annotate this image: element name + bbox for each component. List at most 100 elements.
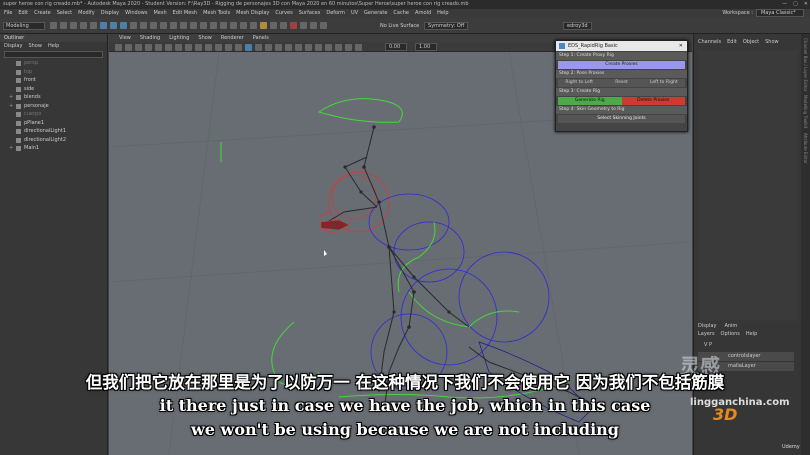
- options-menu[interactable]: Options: [721, 330, 740, 338]
- right-to-left-button[interactable]: Right to Left: [558, 79, 601, 87]
- generate-rig-button[interactable]: Generate Rig: [558, 97, 622, 105]
- outliner-item[interactable]: directionalLight2: [0, 136, 107, 145]
- reset-button[interactable]: Reset: [600, 79, 643, 87]
- safe-title-icon[interactable]: [215, 44, 222, 51]
- outliner-menu-display[interactable]: Display: [4, 42, 22, 50]
- maximize-button[interactable]: ▢: [793, 0, 798, 9]
- select-component-icon[interactable]: [120, 22, 127, 29]
- outliner-item[interactable]: persp: [0, 59, 107, 68]
- side-tab-modelling-toolkit[interactable]: Modelling Toolkit: [803, 95, 808, 128]
- menu-set-dropdown[interactable]: Modeling: [3, 22, 45, 30]
- menu-mesh[interactable]: Mesh: [153, 9, 166, 18]
- history-icon[interactable]: [260, 22, 267, 29]
- bookmarks-icon[interactable]: [135, 44, 142, 51]
- menu-cache[interactable]: Cache: [393, 9, 409, 18]
- viewport-menu-show[interactable]: Show: [198, 34, 212, 42]
- menu-edit-mesh[interactable]: Edit Mesh: [173, 9, 197, 18]
- workspace-dropdown[interactable]: Maya Classic*: [756, 9, 804, 17]
- outliner-item[interactable]: + Main1: [0, 144, 107, 153]
- side-tab-channel-box[interactable]: Channel Box / Layer Editor: [803, 38, 808, 91]
- mask-handles-icon[interactable]: [130, 22, 137, 29]
- xray-components-icon[interactable]: [355, 44, 362, 51]
- menu-mesh-display[interactable]: Mesh Display: [236, 9, 269, 18]
- close-button[interactable]: ✕: [804, 0, 808, 9]
- open-scene-icon[interactable]: [60, 22, 67, 29]
- mask-render-icon[interactable]: [190, 22, 197, 29]
- grid-icon[interactable]: [155, 44, 162, 51]
- redo-icon[interactable]: [90, 22, 97, 29]
- output-icon[interactable]: [280, 22, 287, 29]
- image-plane-icon[interactable]: [145, 44, 152, 51]
- outliner-item[interactable]: directionalLight1: [0, 127, 107, 136]
- anti-alias-icon[interactable]: [305, 44, 312, 51]
- undo-icon[interactable]: [80, 22, 87, 29]
- viewport-menu-renderer[interactable]: Renderer: [221, 34, 244, 42]
- minimize-button[interactable]: —: [782, 0, 787, 9]
- select-hierarchy-icon[interactable]: [100, 22, 107, 29]
- exposure-field[interactable]: 0.00: [385, 43, 407, 51]
- expand-icon[interactable]: +: [9, 144, 13, 153]
- select-object-icon[interactable]: [110, 22, 117, 29]
- snap-plane-icon[interactable]: [240, 22, 247, 29]
- menu-modify[interactable]: Modify: [78, 9, 95, 18]
- menu-display[interactable]: Display: [101, 9, 119, 18]
- viewport-menu-lighting[interactable]: Lighting: [169, 34, 189, 42]
- tab-display[interactable]: Display: [698, 322, 716, 330]
- layers-menu[interactable]: Layers: [698, 330, 715, 338]
- tab-anim[interactable]: Anim: [724, 322, 737, 330]
- wireframe-on-shaded-icon[interactable]: [245, 44, 252, 51]
- menu-edit[interactable]: Edit: [18, 9, 28, 18]
- outliner-item[interactable]: side: [0, 85, 107, 94]
- viewport-menu-view[interactable]: View: [119, 34, 131, 42]
- render-icon[interactable]: [300, 22, 307, 29]
- select-camera-icon[interactable]: [115, 44, 122, 51]
- viewport-menu-shading[interactable]: Shading: [140, 34, 160, 42]
- snap-point-icon[interactable]: [230, 22, 237, 29]
- select-skinning-joints-button[interactable]: Select Skinning Joints: [558, 115, 685, 123]
- snap-curve-icon[interactable]: [220, 22, 227, 29]
- rapid-rig-title-bar[interactable]: EDS_RapidRig Basic ✕: [556, 41, 687, 51]
- outliner-menu-show[interactable]: Show: [28, 42, 42, 50]
- field-chart-icon[interactable]: [195, 44, 202, 51]
- ipr-render-icon[interactable]: [310, 22, 317, 29]
- outliner-menu-help[interactable]: Help: [48, 42, 59, 50]
- shadows-icon[interactable]: [275, 44, 282, 51]
- delete-proxies-button[interactable]: Delete Proxies: [621, 97, 685, 105]
- outliner-item[interactable]: front: [0, 76, 107, 85]
- outliner-item[interactable]: + personaje: [0, 102, 107, 111]
- outliner-item[interactable]: pPlane1: [0, 119, 107, 128]
- viewport-menu-panels[interactable]: Panels: [253, 34, 269, 42]
- left-to-right-button[interactable]: Left to Right: [642, 79, 685, 87]
- render-settings-icon[interactable]: [320, 22, 327, 29]
- side-tab-attribute-editor[interactable]: Attribute Editor: [803, 133, 808, 164]
- rapid-rig-close-icon[interactable]: ✕: [679, 41, 683, 51]
- outliner-search-input[interactable]: [4, 51, 103, 58]
- expand-icon[interactable]: +: [9, 93, 13, 102]
- new-scene-icon[interactable]: [50, 22, 57, 29]
- camera-attributes-icon[interactable]: [125, 44, 132, 51]
- menu-generate[interactable]: Generate: [364, 9, 387, 18]
- gate-mask-icon[interactable]: [185, 44, 192, 51]
- menu-select[interactable]: Select: [57, 9, 72, 18]
- mask-curves-icon[interactable]: [150, 22, 157, 29]
- outliner-item[interactable]: cuerpo: [0, 110, 107, 119]
- save-scene-icon[interactable]: [70, 22, 77, 29]
- ambient-occlusion-icon[interactable]: [285, 44, 292, 51]
- wireframe-icon[interactable]: [225, 44, 232, 51]
- resolution-gate-icon[interactable]: [175, 44, 182, 51]
- mask-misc-icon[interactable]: [200, 22, 207, 29]
- xray-icon[interactable]: [335, 44, 342, 51]
- menu-uv[interactable]: UV: [351, 9, 358, 18]
- menu-deform[interactable]: Deform: [326, 9, 345, 18]
- menu-mesh-tools[interactable]: Mesh Tools: [203, 9, 230, 18]
- outliner-item[interactable]: top: [0, 68, 107, 77]
- help-menu[interactable]: Help: [746, 330, 757, 338]
- object-menu[interactable]: Object: [743, 34, 759, 50]
- xray-joints-icon[interactable]: [345, 44, 352, 51]
- menu-file[interactable]: File: [4, 9, 12, 18]
- isolate-select-icon[interactable]: [325, 44, 332, 51]
- create-proxies-button[interactable]: Create Proxies: [558, 61, 685, 69]
- construction-history-icon[interactable]: [290, 22, 297, 29]
- menu-arnold[interactable]: Arnold: [415, 9, 431, 18]
- snap-surface-icon[interactable]: [250, 22, 257, 29]
